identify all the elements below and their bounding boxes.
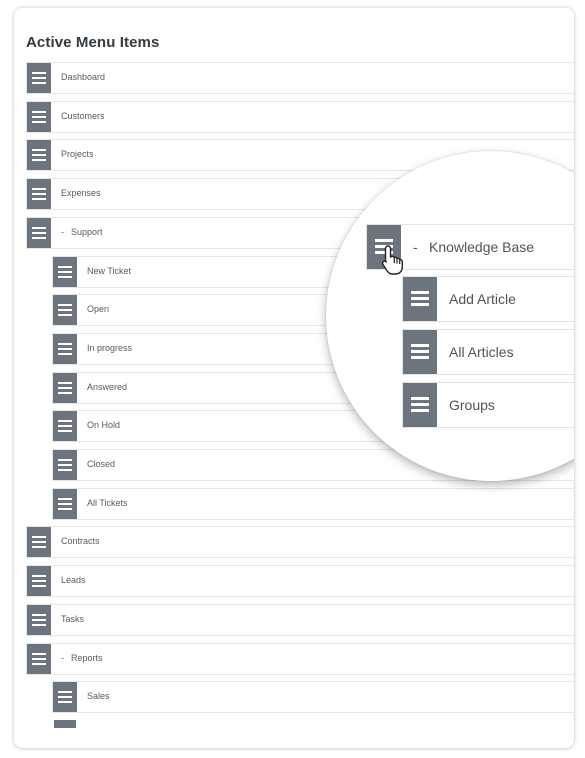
menu-item-label: - Support [61, 227, 103, 237]
drag-handle-icon-partial[interactable] [54, 720, 76, 728]
menu-item-label: Answered [87, 382, 127, 392]
menu-item-reports[interactable]: - Reports [26, 643, 574, 675]
menu-item-text: Support [71, 227, 103, 237]
menu-item-text: Sales [87, 691, 110, 701]
menu-item-label: New Ticket [87, 266, 131, 276]
drag-handle-icon[interactable] [53, 682, 77, 712]
menu-item-label: Expenses [61, 188, 101, 198]
menu-item-label: Leads [61, 575, 86, 585]
magnified-item-all-articles[interactable]: All Articles [402, 329, 574, 375]
menu-item-label: Contracts [61, 536, 100, 546]
menu-item-text: Reports [71, 653, 103, 663]
drag-handle-icon[interactable] [27, 63, 51, 93]
menu-item-text: Closed [87, 459, 116, 469]
panel-title: Active Menu Items [26, 34, 160, 51]
collapse-dash-icon[interactable]: - [61, 653, 71, 663]
drag-handle-icon[interactable] [53, 373, 77, 403]
menu-item-dashboard[interactable]: Dashboard [26, 62, 574, 94]
drag-handle-icon[interactable] [27, 566, 51, 596]
drag-handle-icon[interactable] [27, 605, 51, 635]
drag-handle-icon[interactable] [27, 102, 51, 132]
magnified-item-label: - Knowledge Base [413, 239, 534, 255]
menu-item-customers[interactable]: Customers [26, 101, 574, 133]
drag-handle-icon[interactable] [27, 644, 51, 674]
menu-item-label: In progress [87, 343, 132, 353]
menu-item-sales[interactable]: Sales [52, 681, 574, 713]
magnified-item-groups[interactable]: Groups [402, 382, 574, 428]
menu-item-text: Dashboard [61, 72, 106, 82]
drag-handle-icon[interactable] [53, 257, 77, 287]
menu-item-label: Open [87, 304, 109, 314]
menu-item-label: On Hold [87, 420, 120, 430]
magnified-item-label: Groups [449, 397, 495, 413]
menu-item-label: Dashboard [61, 72, 105, 82]
magnified-item-text: Knowledge Base [429, 239, 535, 255]
menu-item-text: Open [87, 304, 110, 314]
magnified-item-text: Add Article [449, 291, 516, 307]
collapse-dash-icon[interactable]: - [61, 227, 71, 237]
drag-handle-icon[interactable] [27, 527, 51, 557]
menu-item-text: Tasks [61, 614, 85, 624]
menu-item-text: Leads [61, 575, 86, 585]
drag-handle-icon[interactable] [403, 277, 437, 321]
magnified-item-label: Add Article [449, 291, 516, 307]
menu-item-tasks[interactable]: Tasks [26, 604, 574, 636]
menu-item-label: Closed [87, 459, 115, 469]
menu-item-label: - Reports [61, 653, 103, 663]
drag-handle-icon[interactable] [27, 218, 51, 248]
menu-item-text: Customers [61, 111, 105, 121]
menu-item-text: Contracts [61, 536, 100, 546]
menu-item-label: Projects [61, 149, 94, 159]
drag-handle-icon[interactable] [53, 450, 77, 480]
menu-item-contracts[interactable]: Contracts [26, 526, 574, 558]
drag-handle-icon[interactable] [403, 330, 437, 374]
drag-handle-icon[interactable] [53, 295, 77, 325]
menu-item-text: On Hold [87, 420, 121, 430]
menu-item-leads[interactable]: Leads [26, 565, 574, 597]
menu-item-text: Answered [87, 382, 128, 392]
drag-handle-icon[interactable] [53, 489, 77, 519]
drag-handle-icon[interactable] [27, 179, 51, 209]
menu-item-label: All Tickets [87, 498, 128, 508]
menu-item-text: All Tickets [87, 498, 128, 508]
drag-handle-icon[interactable] [27, 140, 51, 170]
menu-item-text: In progress [87, 343, 133, 353]
menu-item-label: Sales [87, 691, 110, 701]
collapse-dash-icon[interactable]: - [413, 239, 429, 255]
magnified-item-text: Groups [449, 397, 495, 413]
menu-item-label: Tasks [61, 614, 84, 624]
active-menu-items-panel: Active Menu Items Dashboard Customers Proj… [14, 8, 574, 748]
drag-handle-icon[interactable] [403, 383, 437, 427]
magnified-item-text: All Articles [449, 344, 514, 360]
menu-item-text: Expenses [61, 188, 101, 198]
drag-handle-icon[interactable] [53, 411, 77, 441]
menu-item-all-tickets[interactable]: All Tickets [52, 488, 574, 520]
magnified-item-add-article[interactable]: Add Article [402, 276, 574, 322]
menu-item-text: New Ticket [87, 266, 132, 276]
drag-handle-icon[interactable] [53, 334, 77, 364]
hand-pointer-icon [381, 245, 403, 275]
magnified-item-label: All Articles [449, 344, 514, 360]
menu-item-label: Customers [61, 111, 105, 121]
menu-item-text: Projects [61, 149, 94, 159]
